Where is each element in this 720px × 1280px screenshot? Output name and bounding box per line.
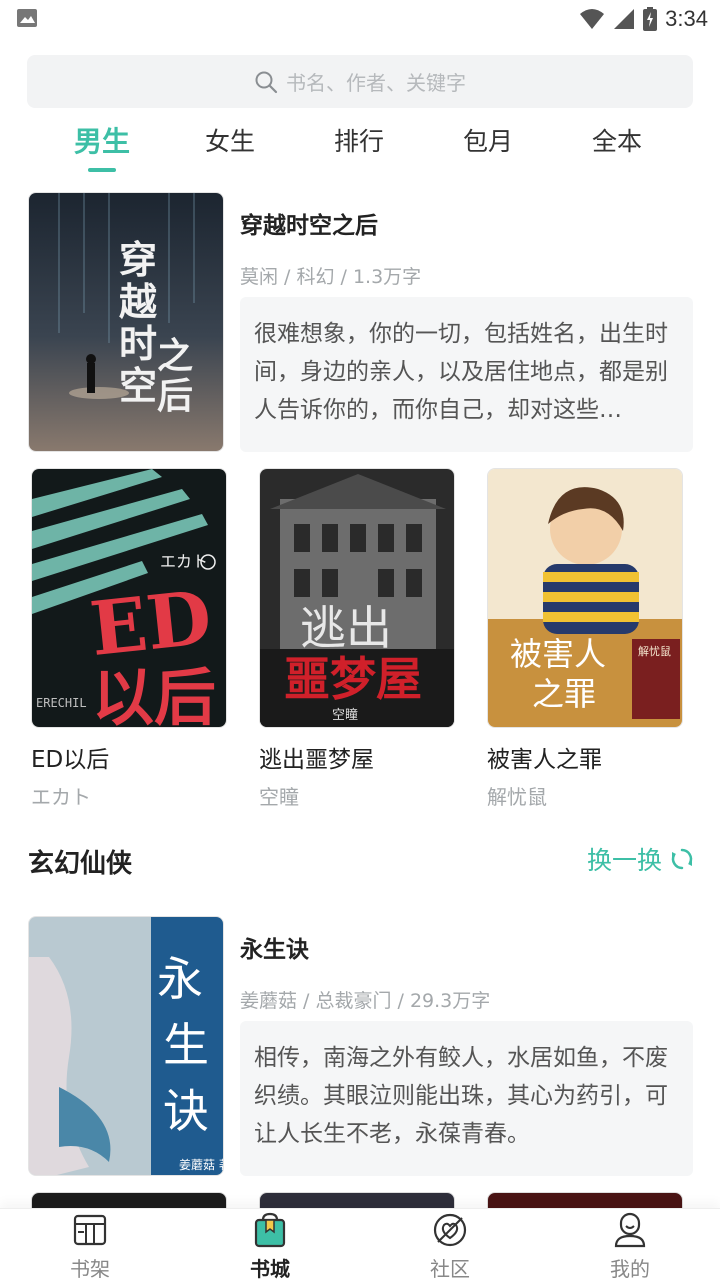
svg-text:ERECHIL: ERECHIL xyxy=(36,696,87,710)
signal-icon xyxy=(614,9,635,29)
nav-label: 社区 xyxy=(430,1257,470,1280)
nav-profile[interactable]: 我的 xyxy=(570,1209,690,1280)
nav-label: 书架 xyxy=(70,1257,110,1280)
svg-text:生: 生 xyxy=(163,1018,209,1072)
tab-monthly[interactable]: 包月 xyxy=(428,122,548,158)
tab-ranking[interactable]: 排行 xyxy=(299,122,419,158)
tab-complete[interactable]: 全本 xyxy=(557,122,677,158)
featured-book-title[interactable]: 穿越时空之后 xyxy=(240,206,378,240)
svg-text:解忧鼠: 解忧鼠 xyxy=(638,644,671,658)
tab-female[interactable]: 女生 xyxy=(170,122,290,158)
refresh-button[interactable]: 换一换 xyxy=(587,841,694,877)
refresh-label: 换一换 xyxy=(586,846,662,875)
nav-bookstore[interactable]: 书城 xyxy=(210,1209,330,1280)
svg-text:之: 之 xyxy=(157,335,193,377)
profile-icon xyxy=(614,1212,646,1248)
svg-text:逃出: 逃出 xyxy=(300,601,392,655)
svg-text:诀: 诀 xyxy=(163,1084,209,1138)
status-bar: 3:34 xyxy=(0,0,720,38)
category-tabs: 男生 女生 排行 包月 全本 xyxy=(38,118,682,174)
grid-book-author: エカト xyxy=(31,785,91,809)
featured-book-meta: 莫闲 / 科幻 / 1.3万字 xyxy=(240,266,422,288)
nav-bookshelf[interactable]: 书架 xyxy=(30,1209,150,1280)
svg-text:穿: 穿 xyxy=(119,237,157,282)
svg-text:时: 时 xyxy=(119,321,157,366)
status-time: 3:34 xyxy=(665,6,708,31)
tab-male[interactable]: 男生 xyxy=(42,120,162,172)
svg-text:永: 永 xyxy=(157,952,203,1006)
nav-label: 我的 xyxy=(610,1257,650,1280)
featured-book-2-meta: 姜蘑菇 / 总裁豪门 / 29.3万字 xyxy=(240,990,491,1012)
image-notification-icon xyxy=(17,9,37,27)
svg-text:以后: 以后 xyxy=(92,661,216,728)
battery-icon xyxy=(643,7,658,31)
svg-text:ED: ED xyxy=(86,575,215,673)
bookstore-icon xyxy=(254,1212,286,1248)
bookshelf-icon xyxy=(73,1214,107,1246)
grid-book-title[interactable]: ED以后 xyxy=(31,740,109,774)
community-icon xyxy=(433,1213,467,1247)
svg-text:空瞳: 空瞳 xyxy=(332,708,358,723)
svg-text:越: 越 xyxy=(119,279,158,324)
book-cover-victim[interactable]: 解忧鼠 被害人 之罪 xyxy=(487,468,683,728)
svg-text:被害人: 被害人 xyxy=(510,635,606,673)
search-placeholder: 书名、作者、关键字 xyxy=(286,71,466,95)
refresh-icon xyxy=(671,848,693,870)
featured-book-2-description: 相传，南海之外有鲛人，水居如鱼，不废织绩。其眼泣则能出珠，其心为药引，可让人长生… xyxy=(240,1021,693,1176)
svg-text:后: 后 xyxy=(157,375,193,417)
grid-book-title[interactable]: 逃出噩梦屋 xyxy=(259,740,374,774)
svg-text:空: 空 xyxy=(119,363,157,408)
book-cover-nightmare[interactable]: 逃出 噩梦屋 空瞳 xyxy=(259,468,455,728)
book-cover-ed[interactable]: エカト ED 以后 ERECHIL xyxy=(31,468,227,728)
grid-book-author: 解忧鼠 xyxy=(487,785,547,809)
svg-text:噩梦屋: 噩梦屋 xyxy=(284,652,422,706)
nav-community[interactable]: 社区 xyxy=(390,1209,510,1280)
featured-book-2-cover[interactable]: 永 生 诀 姜蘑菇 著 xyxy=(28,916,224,1176)
wifi-icon xyxy=(580,9,605,29)
tab-label: 男生 xyxy=(73,125,130,158)
featured-book-2-title[interactable]: 永生诀 xyxy=(240,930,309,964)
nav-label: 书城 xyxy=(250,1257,290,1280)
featured-book-cover[interactable]: 穿 越 时 空 之 后 xyxy=(28,192,224,452)
grid-book-author: 空瞳 xyxy=(259,785,299,809)
search-icon xyxy=(255,71,278,93)
tab-active-indicator xyxy=(88,168,116,172)
bottom-navigation: 书架 书城 社区 我的 xyxy=(0,1208,720,1280)
svg-text:姜蘑菇 著: 姜蘑菇 著 xyxy=(179,1158,224,1172)
svg-text:之罪: 之罪 xyxy=(532,675,596,713)
search-input[interactable]: 书名、作者、关键字 xyxy=(27,55,693,108)
section-title: 玄幻仙侠 xyxy=(28,849,133,879)
featured-book-description: 很难想象，你的一切，包括姓名，出生时间，身边的亲人，以及居住地点，都是别人告诉你… xyxy=(240,297,693,452)
grid-book-title[interactable]: 被害人之罪 xyxy=(487,740,602,774)
